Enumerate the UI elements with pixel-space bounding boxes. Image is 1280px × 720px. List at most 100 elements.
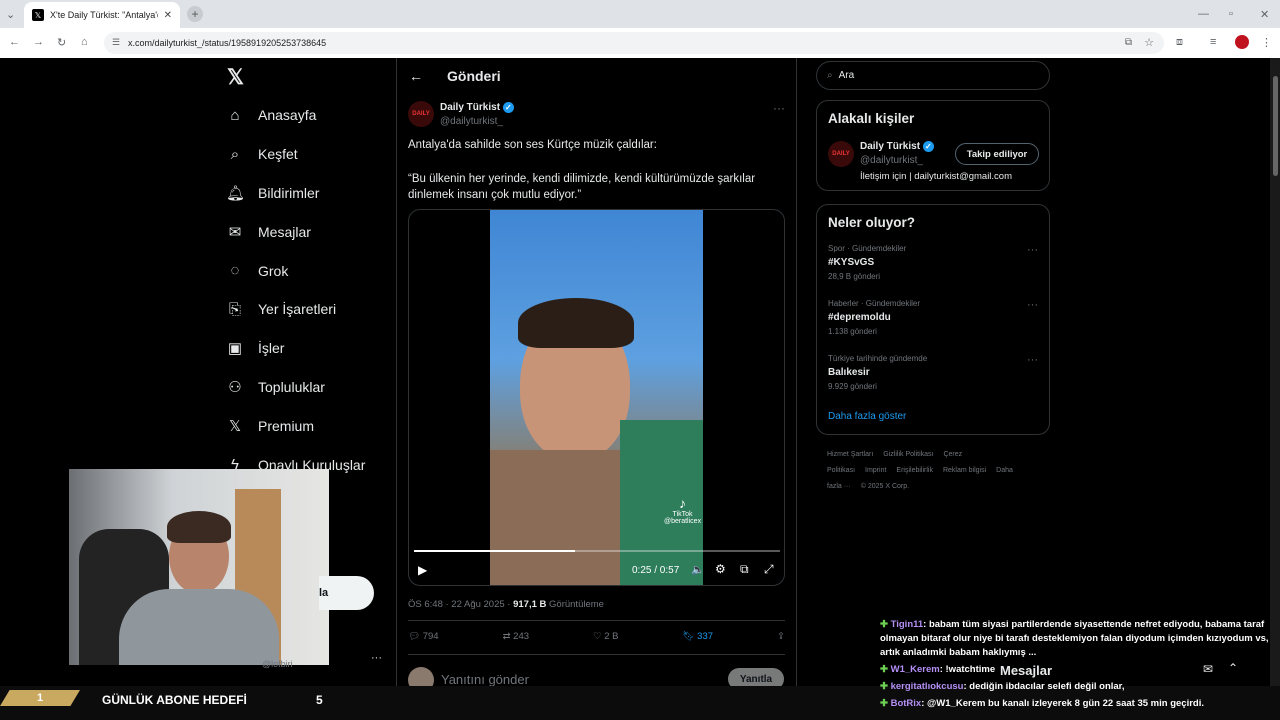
post-actions-bottom-border [408,654,785,655]
restore-icon[interactable]: ▫ [1229,8,1233,20]
nav-item-2[interactable]: ⌕ Keşfet [226,135,386,174]
chat-text: : !watchtime [939,664,996,675]
close-window-icon[interactable]: ✕ [1260,8,1269,21]
tab-strip: ⌄ 𝕏 X'te Daily Türkist: "Antalya'da sa ✕… [0,0,1280,28]
home-browser-icon[interactable]: ⌂ [81,36,88,48]
minimize-icon[interactable]: — [1198,8,1209,20]
video-frame: ♪ TikTok @beratlicex [490,210,703,585]
trend-item[interactable]: Spor · Gündemdekiler #KYSvGS 28,9 B gönder… [828,244,1038,299]
author-avatar[interactable]: DAILY [408,101,434,127]
menu-kebab-icon[interactable]: ⋮ [1261,36,1272,49]
x-favicon-icon: 𝕏 [32,9,44,21]
chat-message: ✚ kergitatlıokcusu: dediğin ibdacılar se… [880,680,1275,694]
bell-icon: 🔔︎ [226,184,246,202]
settings-icon[interactable]: ⚙ [715,562,726,576]
nav-item-1[interactable]: ⌂ Anasayfa [226,96,386,135]
trend-item[interactable]: Haberler · Gündemdekiler #depremoldu 1.138… [828,299,1038,354]
trend-name: Balıkesir [828,367,870,378]
video-progress-fill [414,550,576,552]
pip-icon[interactable]: ⧉ [740,562,749,577]
show-more-link[interactable]: Daha fazla göster [828,411,1038,422]
post-more-icon[interactable]: ··· [773,101,785,115]
main-right-border [796,58,797,720]
forward-icon[interactable]: → [33,36,44,48]
close-tab-icon[interactable]: ✕ [164,10,172,21]
footer-links: Hizmet Şartları Gizlilik Politikası Çerez … [816,447,1026,495]
post-header-title: Gönderi [447,68,501,84]
footer-link[interactable]: Imprint [865,467,886,474]
home-icon: ⌂ [230,106,240,124]
search-box[interactable]: ⌕ Ara [816,61,1050,90]
reload-icon[interactable]: ↻ [57,36,66,49]
nav-item-label: Yer İşaretleri [258,301,337,318]
trends-title: Neler oluyor? [828,215,916,230]
back-icon[interactable]: ← [9,36,20,48]
browser-tab[interactable]: 𝕏 X'te Daily Türkist: "Antalya'da sa ✕ [24,2,180,28]
nav-item-8[interactable]: ⚇ Topluluklar [226,368,386,407]
author-handle[interactable]: @dailyturkist_ [440,116,503,127]
account-more-icon[interactable]: ··· [371,652,382,664]
trend-name: #depremoldu [828,312,891,323]
repost-action[interactable]: ⇄ 243 [503,631,529,642]
follow-button[interactable]: Takip ediliyor [955,143,1039,165]
chat-badge-icon: ✚ [880,681,891,692]
nav-item-label: Grok [258,262,289,279]
relevant-name-row[interactable]: Daily Türkist ✓ [860,141,934,152]
post-button-fragment[interactable]: la [319,576,329,610]
video-progress-track[interactable] [414,550,780,552]
footer-link[interactable]: Hizmet Şartları [827,451,873,458]
views-label: Görüntüleme [549,599,604,610]
bookmark-star-icon[interactable]: ☆ [1144,36,1154,49]
post-button-edge[interactable] [329,576,374,610]
fullscreen-icon[interactable]: ⤢ [764,562,774,577]
author-name: Daily Türkist [440,102,501,114]
relevant-handle[interactable]: @dailyturkist_ [860,155,923,166]
profile-icon[interactable] [1235,35,1249,49]
play-icon[interactable]: ▶ [418,563,427,577]
footer-link[interactable]: Reklam bilgisi [943,467,986,474]
reply-input[interactable]: Yanıtını gönder [441,672,529,687]
author-name-row[interactable]: Daily Türkist ✓ [440,102,514,113]
trend-more-icon[interactable]: ··· [1027,354,1038,366]
nav-item-3[interactable]: 🔔︎ Bildirimler [226,174,386,213]
back-arrow-icon[interactable]: ← [409,68,423,84]
nav-item-label: Keşfet [258,146,298,163]
relevant-people-panel: Alakalı kişiler DAILY Daily Türkist ✓ @d… [816,100,1050,191]
tiktok-watermark: ♪ TikTok @beratlicex [664,495,701,525]
account-handle-fragment[interactable]: @lofbiri [262,659,293,669]
volume-icon[interactable]: 🔈 [691,563,705,576]
video-player[interactable]: ♪ TikTok @beratlicex ▶ 0:25 / 0:57 🔈 ⚙ ⧉… [408,209,785,586]
tab-search-icon[interactable]: ⌄ [6,8,15,21]
nav-item-label: Bildirimler [258,184,320,201]
footer-link[interactable]: Erişilebilirlik [896,467,933,474]
nav-item-5[interactable]: ◌ Grok [226,251,386,290]
new-tab-button[interactable]: + [187,6,203,22]
search-input[interactable]: Ara [839,70,855,81]
scrollbar-thumb[interactable] [1273,76,1278,176]
footer-link[interactable]: Gizlilik Politikası [883,451,933,458]
reading-list-icon[interactable]: ≡ [1210,36,1216,48]
post-column: ← Gönderi DAILY Daily Türkist ✓ @dailytu… [397,58,796,720]
share-icon[interactable]: ⇪ [777,631,785,642]
install-app-icon[interactable]: ⧉ [1125,37,1132,48]
bookmark-action[interactable]: 🔖︎ 337 [682,631,713,642]
extensions-icon[interactable]: ⧈ [1176,36,1183,49]
left-nav: 𝕏 ⌂ Anasayfa ⌕ Keşfet 🔔︎ Bildirimler ✉ Mesajlar… [226,58,386,484]
trend-count: 1.138 gönderi [828,327,877,336]
nav-item-7[interactable]: ▣ İşler [226,329,386,368]
site-info-icon[interactable]: ☰ [112,37,120,48]
reply-action[interactable]: 💬︎ 794 [408,631,439,642]
nav-item-6[interactable]: ⎘ Yer İşaretleri [226,290,386,329]
nav-item-9[interactable]: 𝕏 Premium [226,406,386,445]
trend-item[interactable]: Türkiye tarihinde gündemde Balıkesir 9.929… [828,354,1038,409]
bookmark-count: 337 [697,631,714,642]
address-bar[interactable]: ☰ x.com/dailyturkist_/status/19589192052… [104,32,1164,54]
trend-more-icon[interactable]: ··· [1027,244,1038,256]
nav-item-4[interactable]: ✉ Mesajlar [226,212,386,251]
footer-link[interactable]: © 2025 X Corp. [861,483,909,490]
like-action[interactable]: ♡ 2 B [593,631,618,642]
x-logo-icon[interactable]: 𝕏 [226,58,386,96]
trend-more-icon[interactable]: ··· [1027,299,1038,311]
post-timestamp[interactable]: ÖS 6:48 · 22 Ağu 2025 · [408,599,510,610]
relevant-avatar[interactable]: DAILY [828,141,854,167]
